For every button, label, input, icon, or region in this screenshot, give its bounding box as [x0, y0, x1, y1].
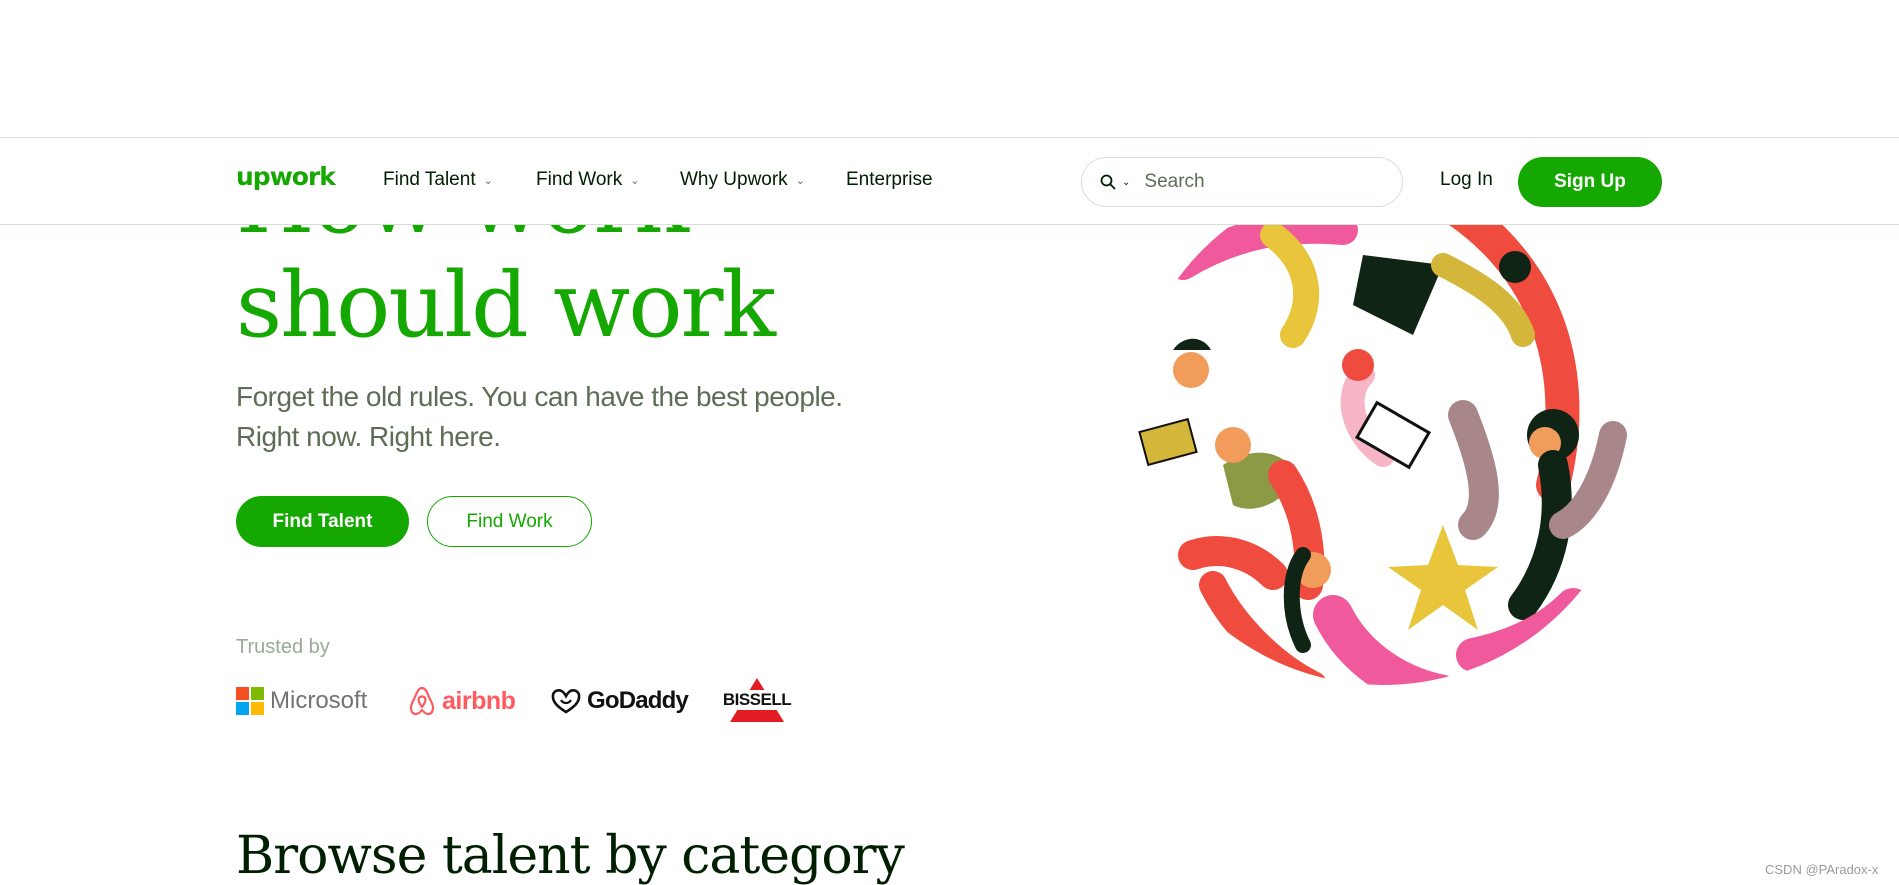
login-link[interactable]: Log In [1440, 169, 1493, 191]
godaddy-logo: GoDaddy [550, 676, 689, 726]
hero-illustration [1128, 225, 1638, 685]
csdn-watermark: CSDN @PAradox-x [1765, 862, 1879, 877]
find-work-button[interactable]: Find Work [427, 496, 592, 547]
hero-subtitle: Forget the old rules. You can have the b… [236, 377, 916, 457]
chevron-down-icon: ⌄ [795, 174, 805, 187]
hero-subtitle-line1: Forget the old rules. You can have the b… [236, 381, 843, 412]
nav-why-upwork-label: Why Upwork [680, 169, 788, 190]
godaddy-wordmark: GoDaddy [587, 687, 689, 714]
godaddy-heart-icon [551, 689, 581, 714]
hero-subtitle-line2: Right now. Right here. [236, 421, 501, 452]
microsoft-squares-icon [236, 687, 264, 715]
hero-headline-line2: should work [236, 253, 776, 358]
nav-find-work-label: Find Work [536, 169, 623, 190]
top-navbar: upwork Find Talent ⌄ Find Work ⌄ Why Upw… [0, 137, 1899, 225]
microsoft-logo: Microsoft [236, 676, 367, 726]
browse-category-title: Browse talent by category [236, 826, 905, 885]
search-input[interactable] [1144, 171, 1365, 193]
chevron-down-icon: ⌄ [483, 174, 493, 187]
bissell-logo: BISSELL [722, 676, 792, 726]
nav-find-talent-label: Find Talent [383, 169, 476, 190]
nav-enterprise[interactable]: Enterprise [846, 169, 933, 191]
signup-button[interactable]: Sign Up [1518, 157, 1662, 207]
search-type-chevron-icon[interactable]: ⌄ [1122, 177, 1130, 188]
trusted-by-label: Trusted by [236, 636, 330, 658]
microsoft-wordmark: Microsoft [270, 687, 368, 714]
find-talent-button[interactable]: Find Talent [236, 496, 409, 547]
airbnb-wordmark: airbnb [442, 686, 516, 715]
nav-find-talent[interactable]: Find Talent ⌄ [383, 169, 493, 191]
nav-enterprise-label: Enterprise [846, 169, 933, 190]
bissell-wordmark: BISSELL [722, 690, 792, 710]
upwork-logo[interactable]: upwork [236, 162, 336, 191]
chevron-down-icon: ⌄ [630, 174, 640, 187]
airbnb-belo-icon [409, 686, 435, 716]
airbnb-logo: airbnb [408, 676, 516, 726]
nav-why-upwork[interactable]: Why Upwork ⌄ [680, 169, 805, 191]
search-bar[interactable]: ⌄ [1081, 157, 1403, 207]
nav-find-work[interactable]: Find Work ⌄ [536, 169, 639, 191]
search-icon[interactable] [1100, 174, 1116, 190]
